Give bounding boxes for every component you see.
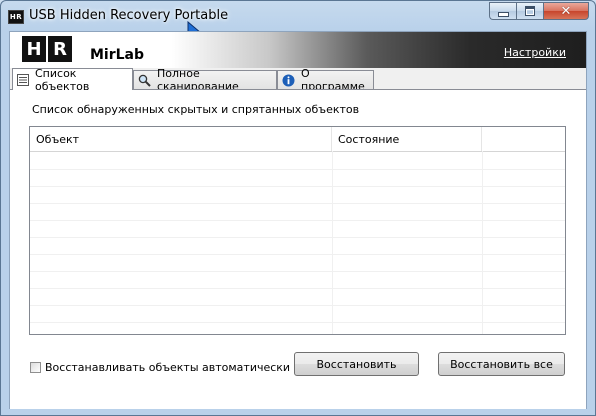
- banner: H R MirLab Настройки: [10, 32, 586, 68]
- app-icon[interactable]: HR: [8, 10, 24, 24]
- column-header-status[interactable]: Состояние: [332, 127, 482, 151]
- auto-restore-checkbox[interactable]: [30, 362, 41, 373]
- close-button[interactable]: ✕: [543, 2, 589, 20]
- close-icon: ✕: [560, 3, 572, 19]
- objects-list[interactable]: Объект Состояние: [29, 126, 566, 335]
- tab-object-list[interactable]: Список объектов: [12, 66, 133, 93]
- tab-about[interactable]: О программе: [277, 67, 374, 93]
- auto-restore-option[interactable]: Восстанавливать объекты автоматически: [30, 361, 290, 374]
- list-row[interactable]: [30, 254, 565, 272]
- logo-letter-h: H: [22, 36, 46, 62]
- minimize-icon: [497, 11, 509, 17]
- list-row[interactable]: [30, 220, 565, 238]
- brand-name: MirLab: [90, 47, 145, 63]
- maximize-button[interactable]: [516, 2, 543, 20]
- object-list-panel: Список обнаруженных скрытых и спрятанных…: [10, 89, 586, 409]
- list-row[interactable]: [30, 288, 565, 306]
- list-row[interactable]: [30, 152, 565, 170]
- info-icon: [282, 74, 295, 87]
- column-header-empty[interactable]: [482, 127, 565, 151]
- list-row[interactable]: [30, 305, 565, 323]
- logo-letter-r: R: [48, 36, 72, 62]
- tab-label: Список объектов: [35, 66, 90, 93]
- list-header: Объект Состояние: [30, 127, 565, 152]
- maximize-icon: [525, 6, 535, 16]
- column-header-object[interactable]: Объект: [30, 127, 332, 151]
- tab-strip: Список объектов Полное сканирование О пр…: [10, 66, 586, 93]
- list-row[interactable]: [30, 169, 565, 187]
- list-row[interactable]: [30, 237, 565, 255]
- caption-buttons: ✕: [489, 2, 589, 21]
- restore-all-button[interactable]: Восстановить все: [438, 352, 565, 376]
- tab-full-scan[interactable]: Полное сканирование: [133, 67, 277, 93]
- auto-restore-label: Восстанавливать объекты автоматически: [45, 361, 291, 374]
- list-row[interactable]: [30, 203, 565, 221]
- client-area: H R MirLab Настройки Список объектов Пол…: [9, 31, 587, 409]
- main-window: HR USB Hidden Recovery Portable ✕ H R Mi…: [0, 0, 596, 416]
- title-bar[interactable]: HR USB Hidden Recovery Portable ✕: [1, 1, 595, 31]
- list-row[interactable]: [30, 186, 565, 204]
- list-row[interactable]: [30, 271, 565, 289]
- list-row[interactable]: [30, 322, 565, 334]
- logo: H R: [22, 36, 74, 62]
- list-icon: [17, 73, 29, 86]
- panel-heading: Список обнаруженных скрытых и спрятанных…: [32, 103, 360, 116]
- magnifier-icon: [138, 74, 151, 87]
- restore-button[interactable]: Восстановить: [294, 352, 419, 376]
- minimize-button[interactable]: [489, 2, 516, 20]
- settings-link[interactable]: Настройки: [504, 46, 566, 59]
